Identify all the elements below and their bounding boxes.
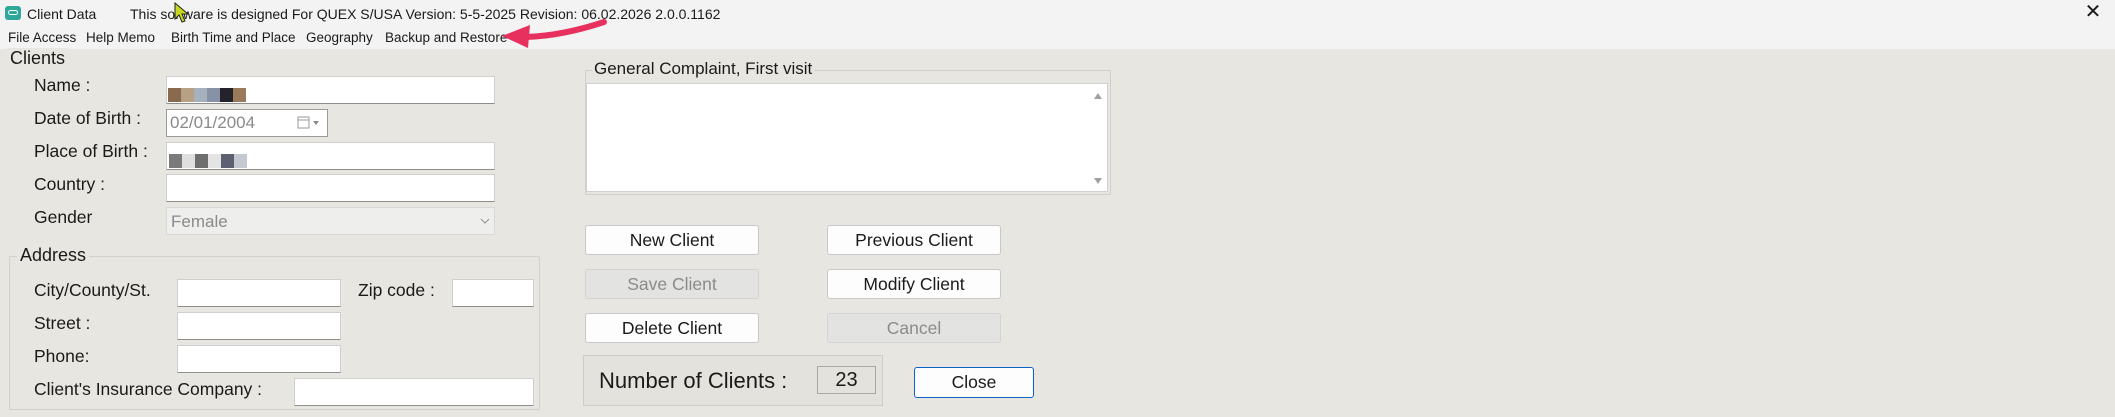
gender-value: Female bbox=[171, 212, 228, 231]
delete-client-button[interactable]: Delete Client bbox=[585, 313, 759, 343]
scroll-up-icon bbox=[1094, 93, 1102, 99]
scroll-down-icon bbox=[1094, 178, 1102, 184]
street-label: Street : bbox=[34, 313, 91, 333]
pob-redacted-blur bbox=[167, 154, 257, 168]
modify-client-button[interactable]: Modify Client bbox=[827, 269, 1001, 299]
zip-input[interactable] bbox=[452, 279, 534, 307]
name-input[interactable] bbox=[166, 76, 495, 104]
cursor-icon bbox=[174, 2, 190, 23]
dob-date-picker[interactable]: 02/01/2004 bbox=[166, 109, 328, 137]
street-input[interactable] bbox=[177, 312, 341, 340]
phone-input[interactable] bbox=[177, 345, 341, 373]
menu-backup-restore[interactable]: Backup and Restore bbox=[385, 27, 507, 49]
city-input[interactable] bbox=[177, 279, 341, 307]
phone-label: Phone: bbox=[34, 346, 90, 366]
client-count-value: 23 bbox=[817, 366, 876, 394]
calendar-icon[interactable] bbox=[297, 116, 323, 130]
arrow-annotation-icon bbox=[502, 19, 607, 48]
gender-select[interactable]: Female bbox=[166, 207, 495, 235]
chevron-down-icon bbox=[480, 218, 490, 224]
cancel-button[interactable]: Cancel bbox=[827, 313, 1001, 343]
gender-label: Gender bbox=[34, 207, 93, 227]
window-subtitle: This software is designed For QUEX S/USA… bbox=[130, 6, 721, 22]
pob-label: Place of Birth : bbox=[34, 141, 148, 161]
previous-client-button[interactable]: Previous Client bbox=[827, 225, 1001, 255]
country-input[interactable] bbox=[166, 174, 495, 202]
app-icon bbox=[5, 6, 21, 20]
complaint-textarea[interactable] bbox=[586, 83, 1108, 192]
insurance-input[interactable] bbox=[294, 378, 534, 406]
address-group-title: Address bbox=[17, 245, 90, 266]
window-title: Client Data bbox=[27, 6, 97, 22]
client-count-label: Number of Clients : bbox=[599, 368, 788, 393]
dob-value: 02/01/2004 bbox=[170, 113, 256, 132]
dob-label: Date of Birth : bbox=[34, 108, 141, 128]
name-redacted-blur bbox=[167, 88, 247, 102]
clients-group-title: Clients bbox=[7, 48, 69, 69]
close-icon[interactable]: ✕ bbox=[2078, 0, 2108, 27]
menu-geography[interactable]: Geography bbox=[306, 27, 373, 49]
insurance-label: Client's Insurance Company : bbox=[34, 379, 263, 399]
complaint-scrollbar[interactable] bbox=[1092, 90, 1104, 187]
new-client-button[interactable]: New Client bbox=[585, 225, 759, 255]
close-button[interactable]: Close bbox=[914, 367, 1034, 398]
menu-help-memo[interactable]: Help Memo bbox=[86, 27, 155, 49]
save-client-button[interactable]: Save Client bbox=[585, 269, 759, 299]
complaint-title: General Complaint, First visit bbox=[592, 59, 815, 79]
zip-label: Zip code : bbox=[358, 280, 435, 300]
name-label: Name : bbox=[34, 75, 91, 95]
menu-file-access[interactable]: File Access bbox=[8, 27, 76, 49]
city-label: City/County/St. bbox=[34, 280, 151, 300]
country-label: Country : bbox=[34, 174, 105, 194]
menu-birth-time-place[interactable]: Birth Time and Place bbox=[171, 27, 296, 49]
pob-input[interactable] bbox=[166, 142, 495, 170]
